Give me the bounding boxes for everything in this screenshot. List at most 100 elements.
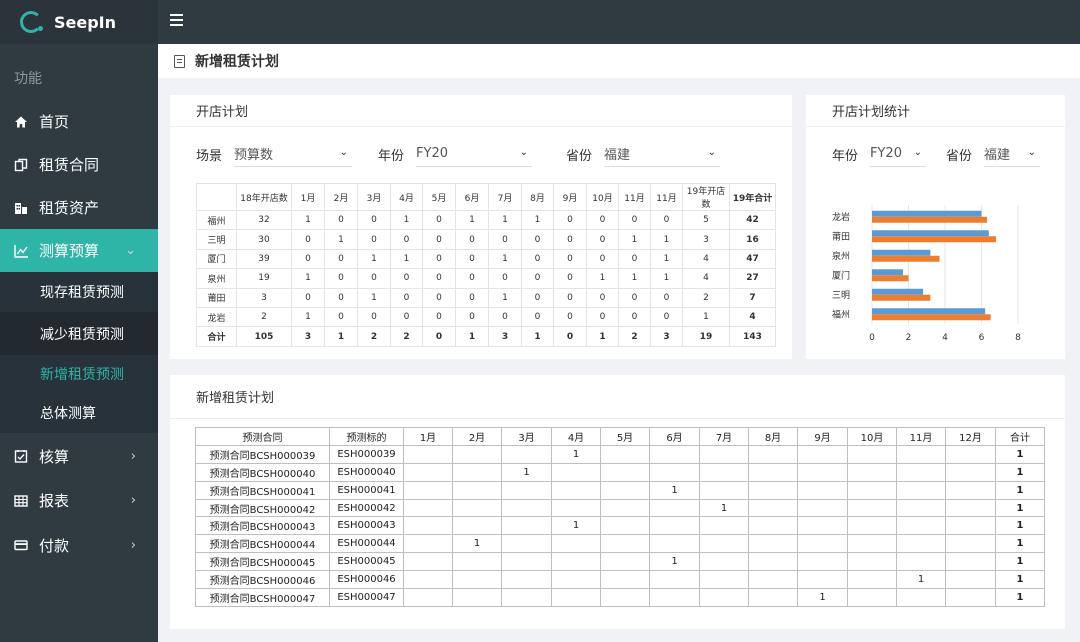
month-cell [551,552,601,572]
sidebar-item-assets[interactable]: 租赁资产 [0,186,158,229]
table-cell: 1 [291,306,325,328]
month-cell [847,462,897,482]
asset-icon [13,200,29,216]
table-cell: 143 [729,326,776,347]
month-cell [896,588,946,607]
month-cell [600,516,650,536]
total-cell: 1 [995,588,1045,607]
table-cell: 47 [729,248,776,270]
total-cell: 1 [995,516,1045,536]
table-icon [13,493,29,509]
table-row: 预测合同BCSH000043 ESH000043 1 1 [195,516,1045,536]
month-cell [649,444,700,464]
sidebar-item-reports[interactable]: 报表 › [0,479,158,522]
month-cell [797,480,848,500]
table-cell: 0 [650,209,683,231]
open-plan-filters: 场景 预算数 ⌄ 年份 FY20 ⌄ 省份 福建 ⌄ [170,127,792,181]
month-cell [748,480,798,500]
new-plan-title: 新增租赁计划 [170,375,1065,419]
column-header: 3月 [357,183,391,211]
month-cell [403,552,453,572]
table-cell: 0 [650,306,683,328]
table-cell: 1 [390,209,423,231]
table-row: 福州 32 1 0 0 1 0 1 1 1 0 0 0 0 5 42 [196,209,776,231]
submenu-item-existing[interactable]: 现存租赁预测 [0,272,158,312]
month-cell: 1 [699,498,749,518]
column-header: 5月 [422,183,456,211]
table-cell: 0 [357,229,391,250]
submenu-item-overall[interactable]: 总体测算 [0,392,158,433]
month-cell [649,570,700,590]
month-cell [945,498,996,518]
sidebar-item-payments[interactable]: 付款 › [0,522,158,568]
year-select[interactable]: FY20 ⌄ [416,141,533,167]
table-total-row: 合计 105 3 1 2 2 0 1 3 1 0 1 2 3 19 143 [196,326,776,347]
table-cell: 1 [618,229,651,250]
month-cell [600,570,650,590]
table-cell: 1 [324,326,358,347]
contract-icon [13,157,29,173]
x-tick-label: 8 [1015,333,1021,343]
column-header: 9月 [797,427,848,446]
y-category-label: 厦门 [832,269,850,281]
month-cell [452,462,502,482]
table-cell: 莆田 [196,287,237,308]
total-cell: 1 [995,552,1045,572]
sidebar-item-accounting[interactable]: 核算 › [0,433,158,479]
scene-select[interactable]: 预算数 ⌄ [234,141,353,167]
contract-cell: 预测合同BCSH000043 [195,516,330,536]
month-cell [600,552,650,572]
month-cell [452,588,502,607]
column-header: 2月 [324,183,358,211]
month-cell [748,570,798,590]
table-cell: 3 [236,287,292,308]
table-cell: 1 [650,268,683,289]
sidebar-item-contracts[interactable]: 租赁合同 [0,143,158,186]
column-header: 8月 [521,183,554,211]
month-cell [896,552,946,572]
table-cell: 0 [586,248,619,270]
contract-cell: 预测合同BCSH000047 [195,588,330,607]
month-cell [649,462,700,482]
logo-bar: SeepIn [0,0,158,44]
chevron-down-icon: ⌄ [707,147,717,158]
table-cell: 5 [682,209,730,231]
submenu-item-new[interactable]: 新增租赁预测 [0,355,158,392]
month-cell: 1 [551,444,601,464]
year-select-value: FY20 [416,146,448,161]
table-cell: 27 [729,268,776,289]
target-cell: ESH000042 [329,498,404,518]
table-cell: 4 [729,306,776,328]
bar-series-2 [872,236,997,243]
submenu-item-decrease[interactable]: 减少租赁预测 [0,312,158,355]
sidebar-item-home[interactable]: 首页 [0,100,158,143]
month-cell: 1 [501,462,552,482]
table-cell: 32 [236,209,292,231]
bar-series-2 [872,255,940,262]
province-select[interactable]: 福建 ⌄ [604,141,721,167]
table-cell: 0 [553,248,587,270]
bar-series-1 [872,308,986,315]
column-header: 11月 [618,183,651,211]
table-cell: 0 [455,287,489,308]
table-cell: 19 [236,268,292,289]
table-cell: 1 [488,248,522,270]
month-cell [847,552,897,572]
menu-toggle-icon[interactable] [170,14,183,28]
column-header: 预测合同 [195,427,330,446]
table-cell: 105 [236,326,292,347]
table-cell: 0 [422,268,456,289]
month-cell [551,534,601,554]
table-cell: 0 [390,268,423,289]
month-cell [600,480,650,500]
province-select-value: 福建 [604,148,631,163]
table-cell: 1 [521,326,554,347]
table-cell: 3 [291,326,325,347]
page-header: 新增租赁计划 [158,44,1080,78]
column-header: 2月 [452,427,502,446]
month-cell [797,516,848,536]
sidebar-item-budget[interactable]: 测算预算 ⌄ [0,229,158,272]
column-header: 19年开店数 [682,183,730,211]
table-cell: 1 [586,326,619,347]
month-cell [600,498,650,518]
